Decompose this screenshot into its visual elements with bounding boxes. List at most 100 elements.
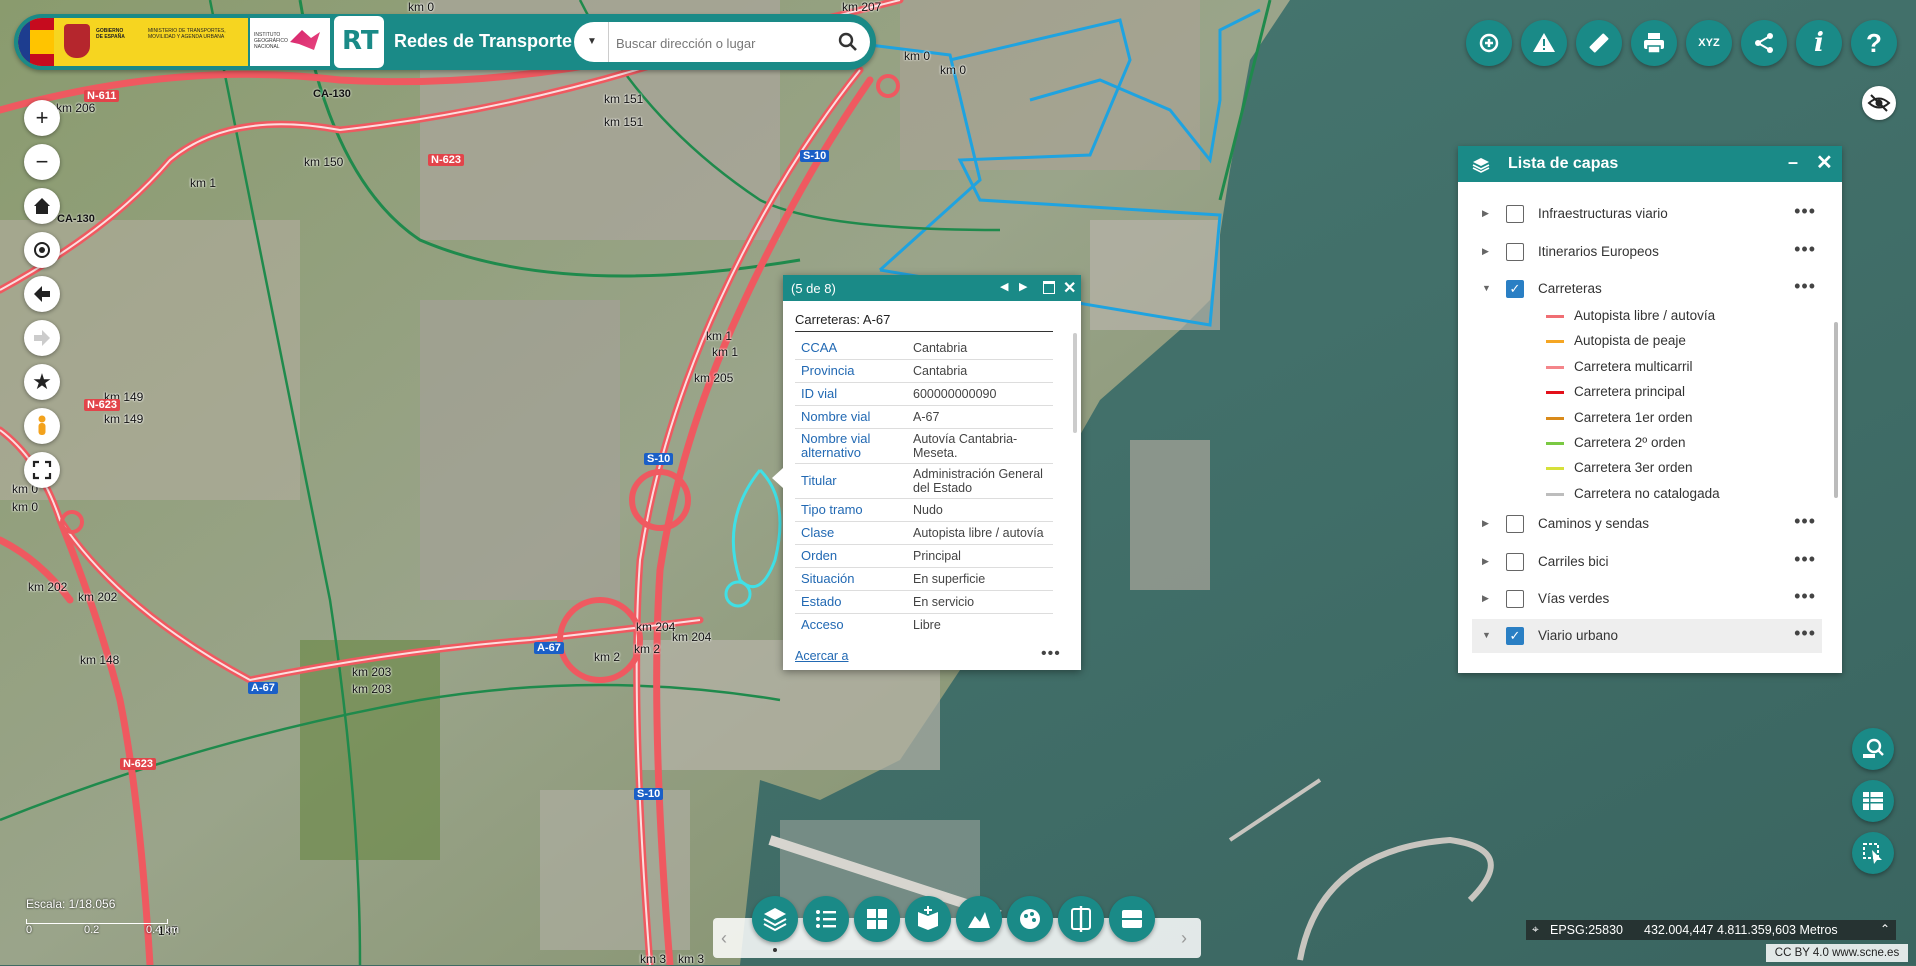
layer-row[interactable]: ▶ Vías verdes ••• bbox=[1472, 582, 1822, 616]
road-shield: S-10 bbox=[800, 150, 830, 162]
attribute-key: Provincia bbox=[801, 363, 855, 378]
bookmarks-button[interactable]: ★ bbox=[24, 364, 60, 400]
layer-options-button[interactable]: ••• bbox=[1794, 201, 1816, 222]
expand-icon[interactable]: ▶ bbox=[1482, 246, 1489, 257]
legend-item: Autopista libre / autovía bbox=[1530, 304, 1830, 328]
maximize-popup-button[interactable] bbox=[1043, 281, 1055, 294]
layer-row[interactable]: ▼ ✓ Carreteras ••• bbox=[1472, 272, 1822, 306]
expand-icon[interactable]: ▶ bbox=[1482, 556, 1489, 567]
popup-more-button[interactable]: ••• bbox=[1041, 645, 1061, 663]
zoom-out-button[interactable]: − bbox=[24, 144, 60, 180]
next-extent-button[interactable] bbox=[24, 320, 60, 356]
tray-icon bbox=[1122, 910, 1142, 928]
add-location-icon bbox=[1479, 33, 1499, 53]
km-label: km 204 bbox=[636, 620, 676, 634]
legend-swatch bbox=[1546, 340, 1564, 343]
crs-label[interactable]: EPSG:25830 bbox=[1550, 923, 1623, 937]
eu-flag-icon bbox=[18, 18, 30, 66]
basemap-gallery-button[interactable] bbox=[854, 896, 900, 942]
scroll-right-button[interactable]: › bbox=[1181, 928, 1187, 949]
zoom-to-link[interactable]: Acercar a bbox=[795, 649, 849, 663]
swipe-button[interactable] bbox=[1058, 896, 1104, 942]
search-data-button[interactable] bbox=[1852, 728, 1894, 770]
layer-row[interactable]: ▶ Itinerarios Europeos ••• bbox=[1472, 235, 1822, 269]
layer-label: Caminos y sendas bbox=[1538, 516, 1650, 531]
scale-tick: 0.4 km bbox=[146, 924, 180, 936]
layer-options-button[interactable]: ••• bbox=[1794, 511, 1816, 532]
next-feature-button[interactable]: ▶ bbox=[1019, 280, 1027, 293]
rt-logo: RT bbox=[334, 16, 384, 68]
expand-icon[interactable]: ▶ bbox=[1482, 518, 1489, 529]
layer-checkbox[interactable] bbox=[1506, 590, 1524, 608]
layer-options-button[interactable]: ••• bbox=[1794, 549, 1816, 570]
previous-extent-button[interactable] bbox=[24, 276, 60, 312]
km-label: km 202 bbox=[78, 590, 118, 604]
layer-options-button[interactable]: ••• bbox=[1794, 239, 1816, 260]
coordinates-button[interactable]: XYZ bbox=[1686, 20, 1732, 66]
popup-scrollbar[interactable] bbox=[1073, 333, 1077, 433]
select-features-button[interactable] bbox=[1852, 832, 1894, 874]
attribute-row: Titular Administración General del Estado bbox=[795, 464, 1053, 499]
close-panel-button[interactable]: ✕ bbox=[1816, 150, 1833, 175]
layer-options-button[interactable]: ••• bbox=[1794, 586, 1816, 607]
km-label: km 1 bbox=[706, 329, 733, 343]
road-shield: N-623 bbox=[84, 399, 120, 411]
scale-tick: 0 bbox=[26, 924, 33, 936]
catalog-button[interactable] bbox=[1109, 896, 1155, 942]
km-label: km 206 bbox=[56, 101, 96, 115]
street-view-button[interactable] bbox=[24, 408, 60, 444]
palette-icon bbox=[1020, 909, 1040, 929]
chevron-up-icon[interactable]: ⌃ bbox=[1880, 922, 1890, 936]
layer-row[interactable]: ▶ Caminos y sendas ••• bbox=[1472, 507, 1822, 541]
layer-row[interactable]: ▶ Infraestructuras viario ••• bbox=[1472, 197, 1822, 231]
home-icon bbox=[34, 198, 50, 214]
warning-button[interactable] bbox=[1521, 20, 1567, 66]
layer-options-button[interactable]: ••• bbox=[1794, 623, 1816, 644]
toggle-visibility-button[interactable] bbox=[1862, 86, 1896, 120]
government-logo: GOBIERNO DE ESPAÑA MINISTERIO DE TRANSPO… bbox=[18, 18, 248, 66]
share-button[interactable] bbox=[1741, 20, 1787, 66]
analysis-button[interactable] bbox=[1007, 896, 1053, 942]
fullscreen-button[interactable] bbox=[24, 452, 60, 488]
expand-icon[interactable]: ▶ bbox=[1482, 593, 1489, 604]
layer-checkbox[interactable] bbox=[1506, 243, 1524, 261]
search-button[interactable] bbox=[836, 30, 860, 54]
print-button[interactable] bbox=[1631, 20, 1677, 66]
elevation-profile-button[interactable] bbox=[956, 896, 1002, 942]
search-icon bbox=[838, 32, 857, 51]
attribute-row: Nombre vial alternativo Autovía Cantabria… bbox=[795, 429, 1053, 464]
previous-feature-button[interactable]: ◀ bbox=[1000, 280, 1008, 293]
add-data-button[interactable] bbox=[905, 896, 951, 942]
info-button[interactable]: i bbox=[1796, 20, 1842, 66]
collapse-icon[interactable]: ▼ bbox=[1482, 630, 1491, 640]
layer-checkbox[interactable] bbox=[1506, 553, 1524, 571]
search-source-dropdown[interactable]: ▼ bbox=[576, 22, 609, 62]
layers-button[interactable] bbox=[752, 896, 798, 942]
help-button[interactable]: ? bbox=[1851, 20, 1897, 66]
measure-button[interactable] bbox=[1576, 20, 1622, 66]
legend-button[interactable] bbox=[803, 896, 849, 942]
minimize-panel-button[interactable]: – bbox=[1788, 152, 1798, 173]
zoom-in-button[interactable]: + bbox=[24, 100, 60, 136]
collapse-icon[interactable]: ▼ bbox=[1482, 283, 1491, 293]
layer-checkbox[interactable] bbox=[1506, 205, 1524, 223]
home-button[interactable] bbox=[24, 188, 60, 224]
layer-checkbox[interactable] bbox=[1506, 515, 1524, 533]
layer-row[interactable]: ▶ Carriles bici ••• bbox=[1472, 545, 1822, 579]
search-input[interactable] bbox=[614, 30, 830, 56]
layer-checkbox[interactable]: ✓ bbox=[1506, 627, 1524, 645]
layer-checkbox[interactable]: ✓ bbox=[1506, 280, 1524, 298]
panel-scrollbar[interactable] bbox=[1834, 322, 1838, 498]
scale-bar: Escala: 1/18.056 0 0.2 0.4 km bbox=[26, 897, 186, 938]
crosshair-icon[interactable]: ⌖ bbox=[1532, 922, 1539, 937]
layer-options-button[interactable]: ••• bbox=[1794, 276, 1816, 297]
locate-button[interactable] bbox=[24, 232, 60, 268]
scroll-left-button[interactable]: ‹ bbox=[721, 928, 727, 949]
layer-row[interactable]: ▼ ✓ Viario urbano ••• bbox=[1472, 619, 1822, 653]
add-location-button[interactable] bbox=[1466, 20, 1512, 66]
triangle-right-icon: ▶ bbox=[1019, 281, 1028, 293]
expand-icon[interactable]: ▶ bbox=[1482, 208, 1489, 219]
attribute-table-button[interactable] bbox=[1852, 780, 1894, 822]
legend-item: Carretera 1er orden bbox=[1530, 406, 1830, 430]
close-popup-button[interactable]: ✕ bbox=[1063, 278, 1076, 298]
